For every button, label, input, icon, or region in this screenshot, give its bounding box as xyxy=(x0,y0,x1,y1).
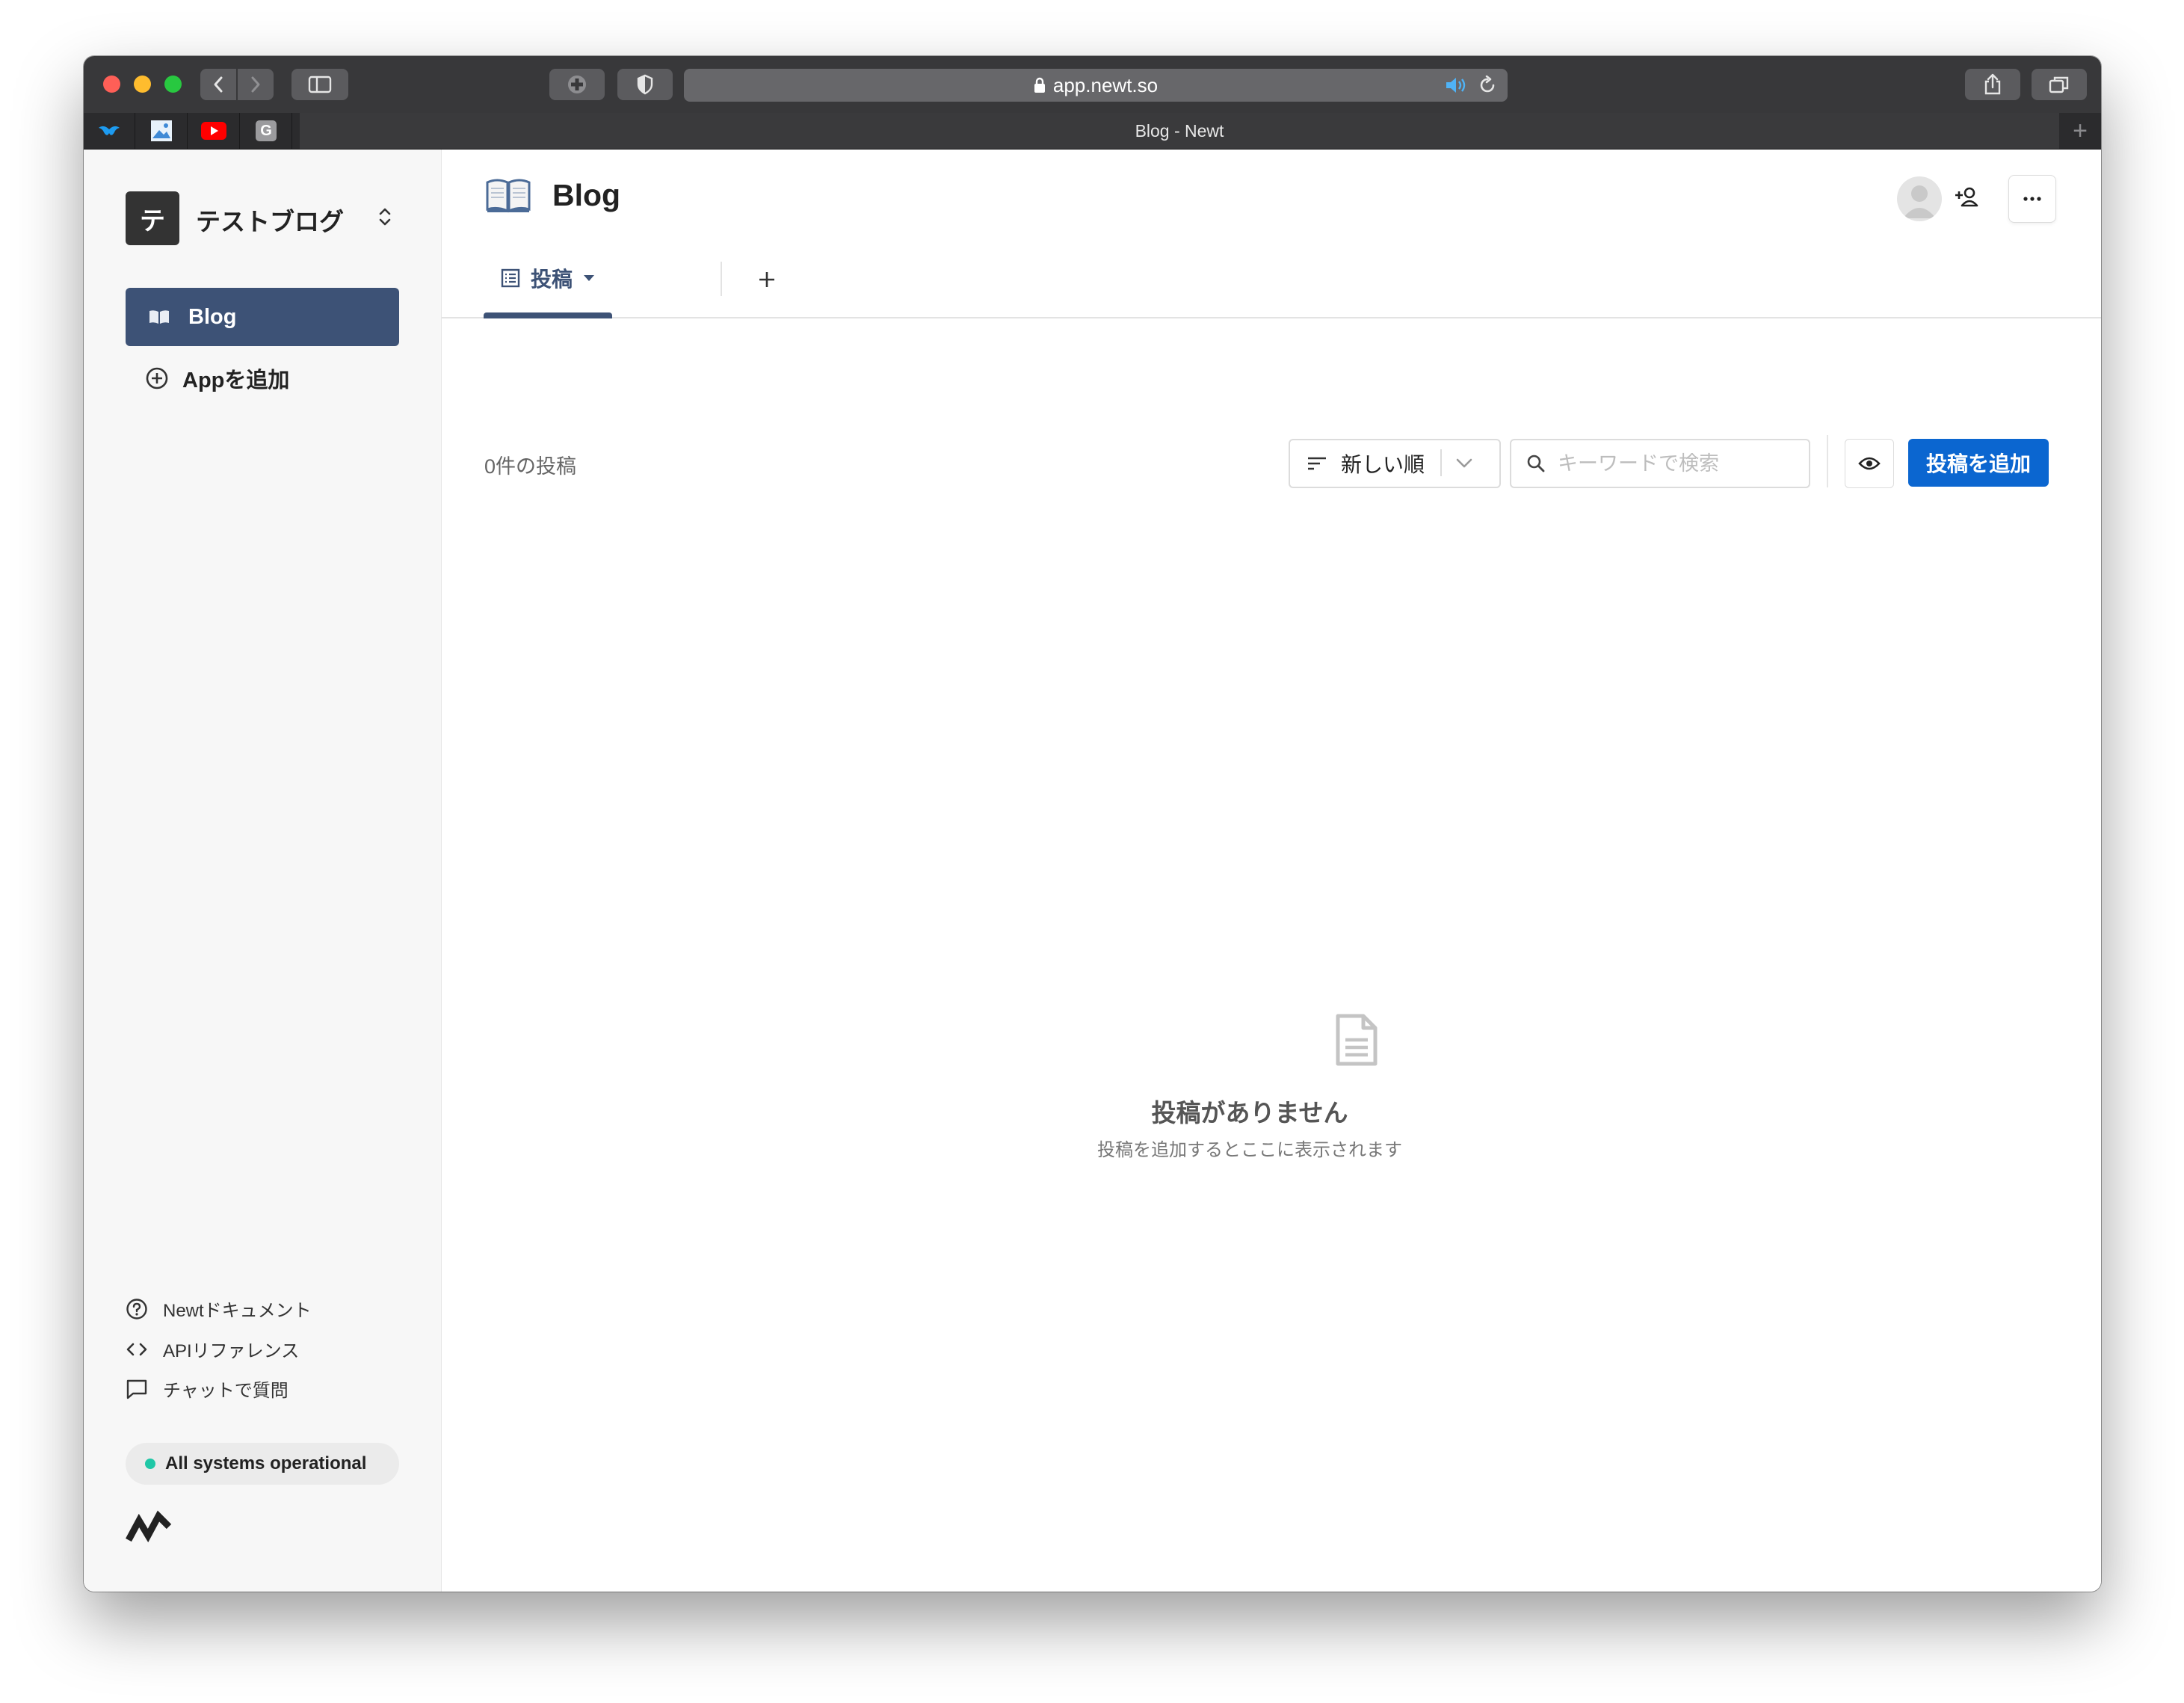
user-avatar[interactable] xyxy=(1897,176,1942,221)
reload-icon[interactable] xyxy=(1478,76,1497,95)
search-field[interactable] xyxy=(1510,439,1810,488)
invite-member-icon[interactable] xyxy=(1955,185,1980,208)
add-app-label: Appを追加 xyxy=(182,369,290,392)
tweetdeck-icon xyxy=(99,126,120,135)
image-icon xyxy=(151,120,172,141)
book-icon xyxy=(148,309,170,325)
workspace-initial: テ xyxy=(140,206,165,235)
main-content: Blog 投稿 0件の投稿 新しい順 キーワードで検索 投稿を追加 投稿がありま… xyxy=(442,150,2101,1592)
plus-icon xyxy=(759,272,774,287)
zoom-window-button[interactable] xyxy=(164,76,182,93)
document-icon xyxy=(1336,1014,1378,1066)
table-list-icon xyxy=(501,268,520,288)
eye-icon xyxy=(1858,457,1881,470)
empty-state-title: 投稿がありません xyxy=(1151,1099,1348,1127)
close-window-button[interactable] xyxy=(103,76,120,93)
add-app-button[interactable]: Appを追加 xyxy=(145,363,289,394)
plus-circle-icon xyxy=(145,366,169,390)
tab-overview-button[interactable] xyxy=(2032,69,2087,100)
tab-posts[interactable]: 投稿 xyxy=(484,239,612,317)
tab-divider xyxy=(721,262,722,296)
extension-icon xyxy=(568,76,586,93)
lock-icon xyxy=(1034,77,1045,93)
sort-label: 新しい順 xyxy=(1341,453,1425,476)
chevron-right-icon xyxy=(251,76,260,93)
tab-title: Blog - Newt xyxy=(1135,120,1224,141)
search-icon xyxy=(1526,454,1546,473)
add-model-button[interactable] xyxy=(752,265,782,295)
browser-window: app.newt.so G Blog - Newt + テ テストブログ Blo… xyxy=(84,56,2101,1592)
newt-logo-icon[interactable] xyxy=(126,1510,172,1546)
shield-icon xyxy=(637,74,653,95)
active-tab[interactable]: Blog - Newt xyxy=(300,113,2059,149)
toolbar-divider xyxy=(1827,435,1828,487)
pinned-tab-youtube[interactable] xyxy=(188,113,240,149)
post-count: 0件の投稿 xyxy=(484,455,577,478)
help-link-label: APIリファレンス xyxy=(163,1341,300,1361)
browser-toolbar: app.newt.so xyxy=(84,56,2101,114)
pinned-tab-tweetdeck[interactable] xyxy=(84,113,135,149)
api-reference-link[interactable]: APIリファレンス xyxy=(126,1336,299,1362)
chevron-left-icon xyxy=(214,76,223,93)
system-status-badge[interactable]: All systems operational xyxy=(126,1443,399,1485)
privacy-report-button[interactable] xyxy=(617,69,673,100)
open-book-icon xyxy=(485,176,531,214)
google-icon: G xyxy=(256,120,277,141)
share-icon xyxy=(1984,73,2001,95)
add-post-label: 投稿を追加 xyxy=(1925,452,2031,475)
sort-lines-icon xyxy=(1307,455,1327,472)
code-icon xyxy=(126,1341,151,1358)
chevron-down-icon[interactable] xyxy=(1455,453,1474,472)
newt-docs-link[interactable]: Newtドキュメント xyxy=(126,1296,312,1322)
sidebar-item-label: Blog xyxy=(188,304,237,329)
chevron-up-down-icon[interactable] xyxy=(377,206,392,228)
workspace-name[interactable]: テストブログ xyxy=(196,202,344,238)
pinned-tab-google[interactable]: G xyxy=(241,113,292,149)
app-sidebar: テ テストブログ Blog Appを追加 Newtドキュメント APIリファレン… xyxy=(84,150,442,1592)
url-text: app.newt.so xyxy=(1052,73,1159,96)
user-silhouette-icon xyxy=(1903,185,1936,218)
sidebar-toggle-button[interactable] xyxy=(291,69,348,100)
sort-select[interactable]: 新しい順 xyxy=(1289,439,1501,488)
tab-bar: G Blog - Newt + xyxy=(84,113,2101,150)
share-button[interactable] xyxy=(1965,69,2020,100)
caret-down-icon[interactable] xyxy=(583,274,595,282)
sidebar-icon xyxy=(308,76,332,93)
help-link-label: Newtドキュメント xyxy=(163,1301,312,1321)
preview-button[interactable] xyxy=(1845,439,1894,488)
page-title-text: Blog xyxy=(552,177,621,212)
question-circle-icon xyxy=(126,1298,151,1320)
empty-state-subtitle: 投稿を追加するとここに表示されます xyxy=(1097,1140,1402,1160)
forward-button[interactable] xyxy=(238,69,274,100)
ellipsis-icon xyxy=(2023,197,2041,201)
model-tabs: 投稿 xyxy=(442,239,2101,318)
active-tab-indicator xyxy=(484,312,612,318)
tab-label: 投稿 xyxy=(530,268,573,291)
workspace-avatar[interactable]: テ xyxy=(126,191,179,245)
search-input[interactable] xyxy=(1556,451,1783,476)
help-link-label: チャットで質問 xyxy=(163,1381,289,1401)
sidebar-item-blog[interactable]: Blog xyxy=(126,288,399,346)
address-bar[interactable]: app.newt.so xyxy=(684,69,1508,102)
google-icon-letter: G xyxy=(260,122,272,139)
youtube-icon xyxy=(201,122,226,140)
speaker-icon[interactable] xyxy=(1445,76,1469,95)
extension-button[interactable] xyxy=(549,69,605,100)
status-dot-icon xyxy=(145,1459,155,1469)
minimize-window-button[interactable] xyxy=(134,76,151,93)
back-button[interactable] xyxy=(200,69,236,100)
chat-support-link[interactable]: チャットで質問 xyxy=(126,1376,289,1402)
status-label: All systems operational xyxy=(165,1453,367,1473)
chat-icon xyxy=(126,1379,151,1399)
sort-divider xyxy=(1440,449,1442,476)
pinned-tab-image[interactable] xyxy=(136,113,188,149)
add-post-button[interactable]: 投稿を追加 xyxy=(1908,439,2049,487)
new-tab-button[interactable]: + xyxy=(2059,113,2101,149)
tabs-overview-icon xyxy=(2049,76,2069,93)
more-options-button[interactable] xyxy=(2008,175,2056,223)
page-title: Blog xyxy=(485,176,620,214)
